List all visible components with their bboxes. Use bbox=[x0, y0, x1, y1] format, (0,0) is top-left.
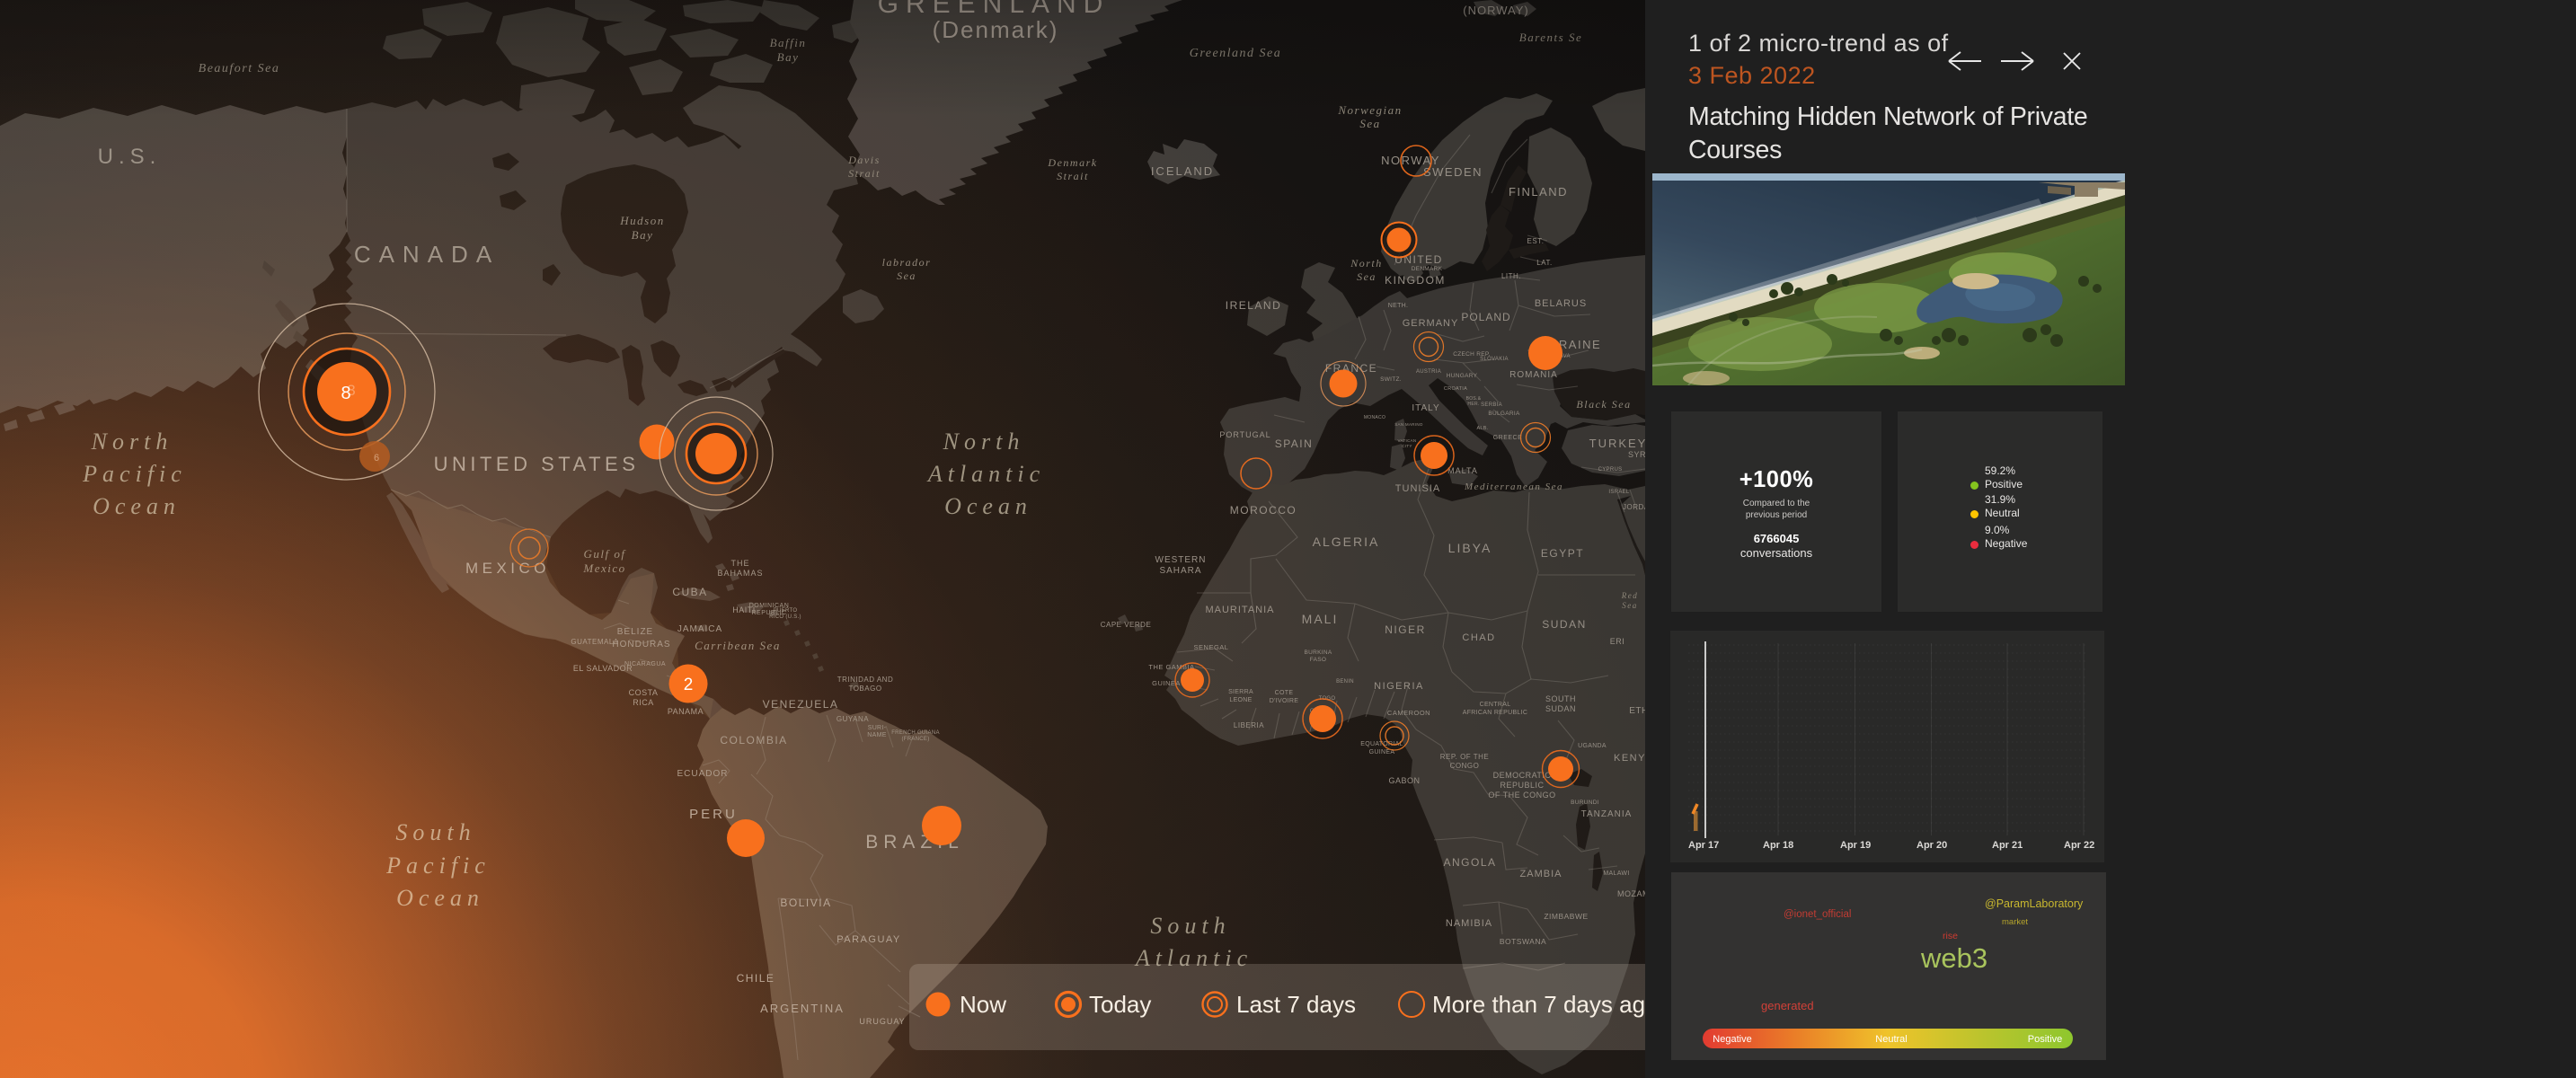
svg-text:Today: Today bbox=[1089, 991, 1151, 1018]
svg-text:Last 7 days: Last 7 days bbox=[1236, 991, 1356, 1018]
svg-text:Neutral: Neutral bbox=[1875, 1034, 1907, 1045]
svg-text:More than 7 days ago: More than 7 days ago bbox=[1432, 991, 1645, 1018]
svg-text:Positive: Positive bbox=[2028, 1034, 2063, 1045]
svg-text:Now: Now bbox=[960, 991, 1006, 1018]
svg-text:6: 6 bbox=[374, 453, 379, 464]
svg-text:Negative: Negative bbox=[1713, 1034, 1751, 1045]
svg-text:2: 2 bbox=[684, 676, 694, 694]
svg-text:8: 8 bbox=[341, 384, 350, 403]
